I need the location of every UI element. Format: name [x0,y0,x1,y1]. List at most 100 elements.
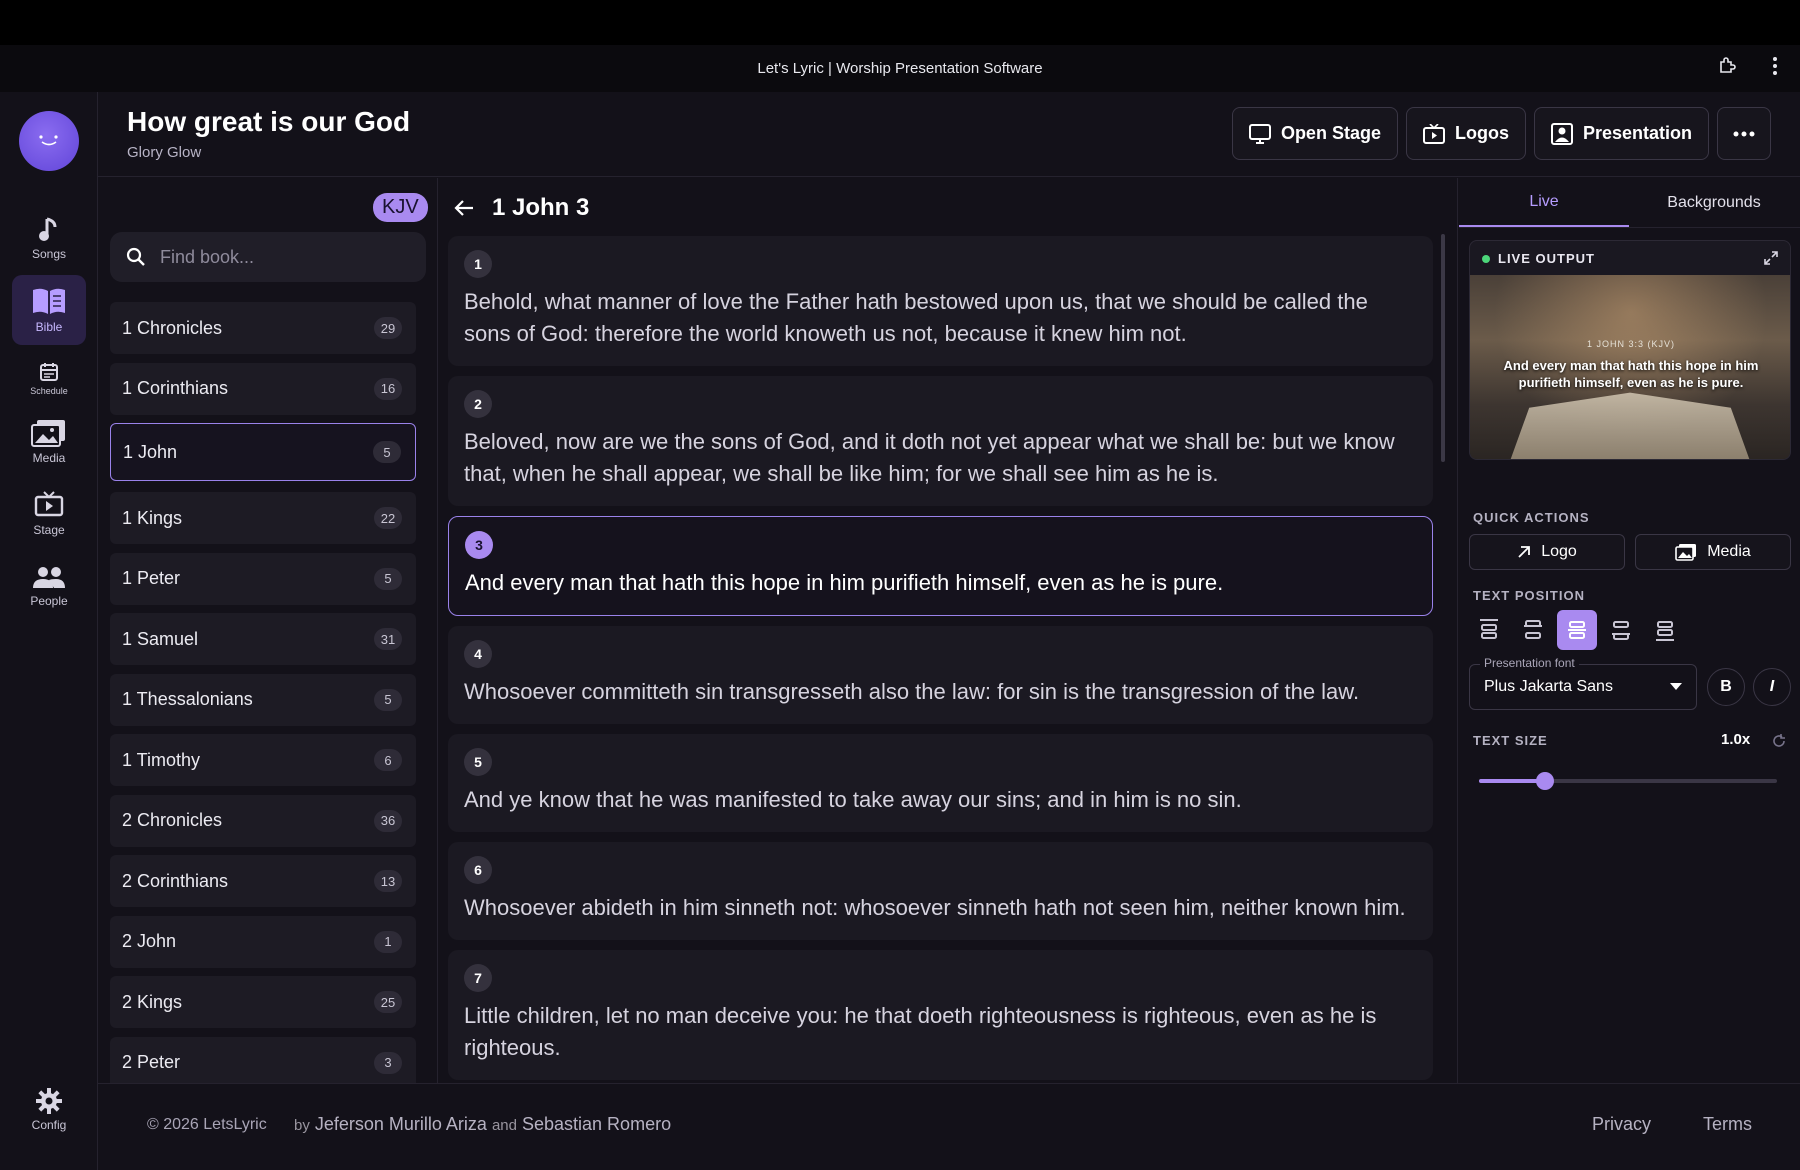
arrow-left-icon[interactable] [454,199,474,217]
verse-panel: 1 John 3 1 Behold, what manner of love th… [440,178,1458,1083]
book-item[interactable]: 1 Samuel 31 [110,613,416,665]
version-badge[interactable]: KJV [373,193,428,222]
reset-icon[interactable] [1772,734,1786,748]
quick-media-button[interactable]: Media [1635,534,1791,570]
chapter-count-badge: 29 [374,317,402,339]
nav-label-songs: Songs [31,247,67,261]
nav-item-media[interactable]: Media [12,412,86,472]
book-item[interactable]: 1 Thessalonians 5 [110,673,416,726]
nav-item-songs[interactable]: Songs [12,210,86,268]
book-list: 1 Chronicles 29 1 Corinthians 16 1 John 5 1 Ki… [110,302,416,1097]
images-icon [1675,544,1697,561]
chapter-count-badge: 1 [374,930,402,953]
verse-text: Whosoever abideth in him sinneth not: wh… [464,895,1406,920]
book-item[interactable]: 1 Timothy 6 [110,734,416,786]
avatar[interactable] [19,111,79,171]
page-subtitle: Glory Glow [127,144,202,161]
images-icon [31,420,65,447]
position-top-button[interactable] [1469,610,1509,650]
book-item[interactable]: 2 Corinthians 13 [110,855,416,907]
terms-link[interactable]: Terms [1703,1114,1752,1135]
book-item[interactable]: 2 John 1 [110,915,416,968]
verse-card[interactable]: 7 Little children, let no man deceive you… [448,950,1433,1080]
credits: by Jeferson Murillo Ariza and Sebastian … [294,1114,671,1135]
kebab-menu-icon[interactable] [1764,55,1786,77]
expand-icon[interactable] [1764,251,1778,265]
more-options-button[interactable] [1717,107,1771,160]
text-size-slider[interactable] [1479,772,1777,790]
presentation-font-select[interactable]: Presentation font Plus Jakarta Sans [1469,656,1697,710]
book-item[interactable]: 2 Kings 25 [110,976,416,1028]
text-size-label: TEXT SIZE [1473,733,1548,748]
chapter-count-badge: 5 [374,688,402,711]
text-size-slider-thumb[interactable] [1535,772,1554,790]
left-nav: Songs Bible Schedule Media Stage People … [0,92,98,1170]
nav-item-bible[interactable]: Bible [12,275,86,345]
verse-card[interactable]: 5 And ye know that he was manifested to t… [448,734,1433,832]
chapter-title: 1 John 3 [492,194,590,221]
book-item[interactable]: 1 Corinthians 16 [110,362,416,415]
presentation-icon [1550,122,1573,145]
presentation-button[interactable]: Presentation [1533,107,1709,160]
bold-button[interactable]: B [1707,668,1745,706]
book-search[interactable] [110,232,426,282]
tab-live[interactable]: Live [1459,178,1629,227]
position-upper-button[interactable] [1513,610,1553,650]
verse-card[interactable]: 6 Whosoever abideth in him sinneth not: w… [448,842,1433,940]
live-preview[interactable]: 1 JOHN 3:3 (KJV) And every man that hath… [1470,275,1790,459]
position-lower-button[interactable] [1601,610,1641,650]
chapter-count-badge: 5 [373,441,401,463]
verse-text: And ye know that he was manifested to ta… [464,787,1242,812]
book-panel: KJV 1 Chronicles 29 1 Corinthians16 1 John5… [98,178,438,1089]
verse-list: 1 Behold, what manner of love the Father … [448,236,1433,1083]
live-output-header: LIVE OUTPUT [1482,251,1595,266]
nav-item-schedule[interactable]: Schedule [12,354,86,404]
book-item[interactable]: 1 Peter 5 [110,552,416,605]
nav-item-config[interactable]: Config [12,1088,86,1132]
book-item[interactable]: 2 Peter 3 [110,1036,416,1089]
book-item[interactable]: 1 Kings 22 [110,492,416,544]
nav-label-bible: Bible [35,320,63,334]
quick-media-label: Media [1707,543,1751,560]
page-header: How great is our God Glory Glow Open Sta… [98,92,1800,177]
book-name: 1 Chronicles [122,317,223,338]
align-upper-icon [1524,620,1542,639]
book-item[interactable]: 1 John 5 [110,423,416,481]
credits-and: and [491,1117,517,1134]
open-stage-button[interactable]: Open Stage [1231,107,1398,160]
italic-button[interactable]: I [1753,668,1791,706]
book-name: 1 Peter [122,568,181,588]
book-search-input[interactable] [160,246,400,268]
page-title: How great is our God [127,106,411,137]
logos-button[interactable]: Logos [1405,107,1526,160]
nav-item-people[interactable]: People [12,557,86,617]
chapter-count-badge: 25 [374,991,402,1013]
nav-item-stage[interactable]: Stage [12,484,86,544]
quick-logo-button[interactable]: Logo [1469,534,1625,570]
verse-card[interactable]: 4 Whosoever committeth sin transgresseth … [448,626,1433,724]
verse-card[interactable]: 3 And every man that hath this hope in hi… [448,516,1433,616]
quick-logo-label: Logo [1541,543,1577,560]
align-top-icon [1480,619,1498,639]
tab-backgrounds[interactable]: Backgrounds [1629,178,1799,227]
book-name: 2 Chronicles [122,810,223,830]
calendar-icon [40,363,58,381]
text-size-slider-fill [1479,779,1545,783]
verse-number: 2 [464,390,492,418]
verse-scrollbar[interactable] [1441,234,1445,462]
right-panel: Live Backgrounds LIVE OUTPUT 1 JOHN 3:3 … [1459,178,1800,1083]
author-2-link[interactable]: Sebastian Romero [522,1114,671,1134]
text-size-value: 1.0x [1721,731,1751,748]
author-1-link[interactable]: Jeferson Murillo Ariza [315,1114,487,1134]
position-bottom-button[interactable] [1645,610,1685,650]
book-item[interactable]: 2 Chronicles 36 [110,794,416,847]
book-name: 2 Corinthians [122,870,229,891]
extension-icon[interactable] [1716,55,1738,77]
book-item[interactable]: 1 Chronicles 29 [110,302,416,354]
position-center-button[interactable] [1557,610,1597,650]
privacy-link[interactable]: Privacy [1592,1114,1651,1135]
credits-by: by [294,1117,310,1134]
verse-card[interactable]: 1 Behold, what manner of love the Father … [448,236,1433,366]
nav-label-people: People [30,594,68,608]
verse-card[interactable]: 2 Beloved, now are we the sons of God, an… [448,376,1433,506]
